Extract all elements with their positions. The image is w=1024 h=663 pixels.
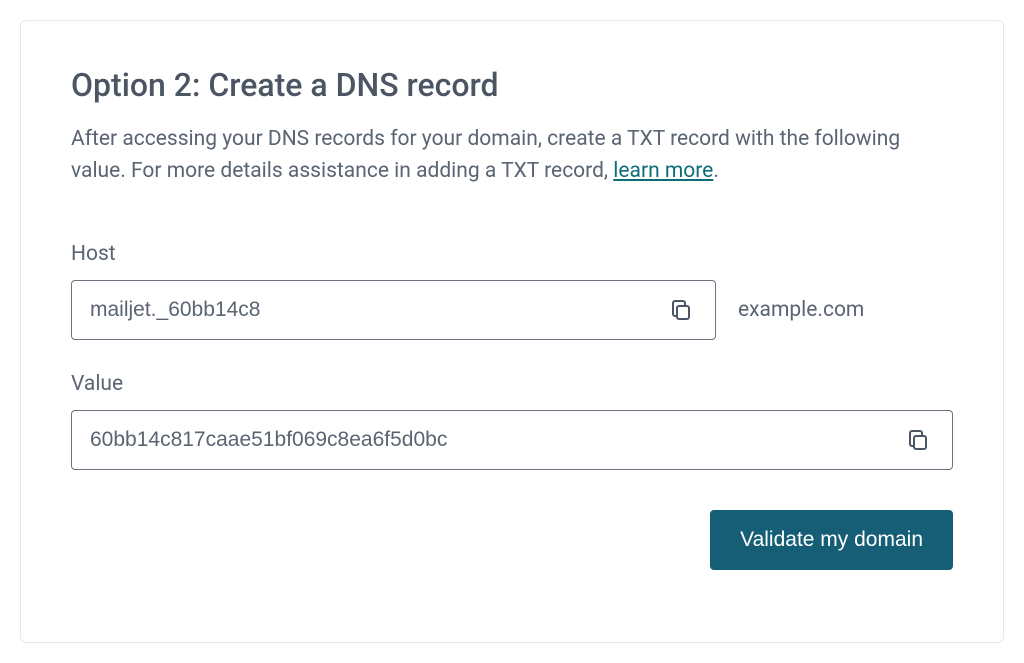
actions-row: Validate my domain [71, 510, 953, 570]
domain-suffix: example.com [738, 298, 864, 322]
section-description: After accessing your DNS records for you… [71, 124, 953, 187]
value-input[interactable] [90, 428, 902, 452]
host-section: Host example.com [71, 242, 953, 340]
copy-value-button[interactable] [902, 424, 934, 456]
dns-record-card: Option 2: Create a DNS record After acce… [20, 20, 1004, 643]
description-text-end: . [713, 159, 719, 183]
value-input-wrapper [71, 410, 953, 470]
host-row: example.com [71, 280, 953, 340]
host-input[interactable] [90, 298, 665, 322]
copy-icon [906, 428, 930, 452]
host-label: Host [71, 242, 953, 266]
learn-more-link[interactable]: learn more [613, 159, 713, 183]
host-input-wrapper [71, 280, 716, 340]
copy-host-button[interactable] [665, 294, 697, 326]
value-label: Value [71, 372, 953, 396]
description-text: After accessing your DNS records for you… [71, 127, 900, 183]
validate-button[interactable]: Validate my domain [710, 510, 953, 570]
section-heading: Option 2: Create a DNS record [71, 66, 953, 104]
value-section: Value [71, 372, 953, 470]
copy-icon [669, 298, 693, 322]
